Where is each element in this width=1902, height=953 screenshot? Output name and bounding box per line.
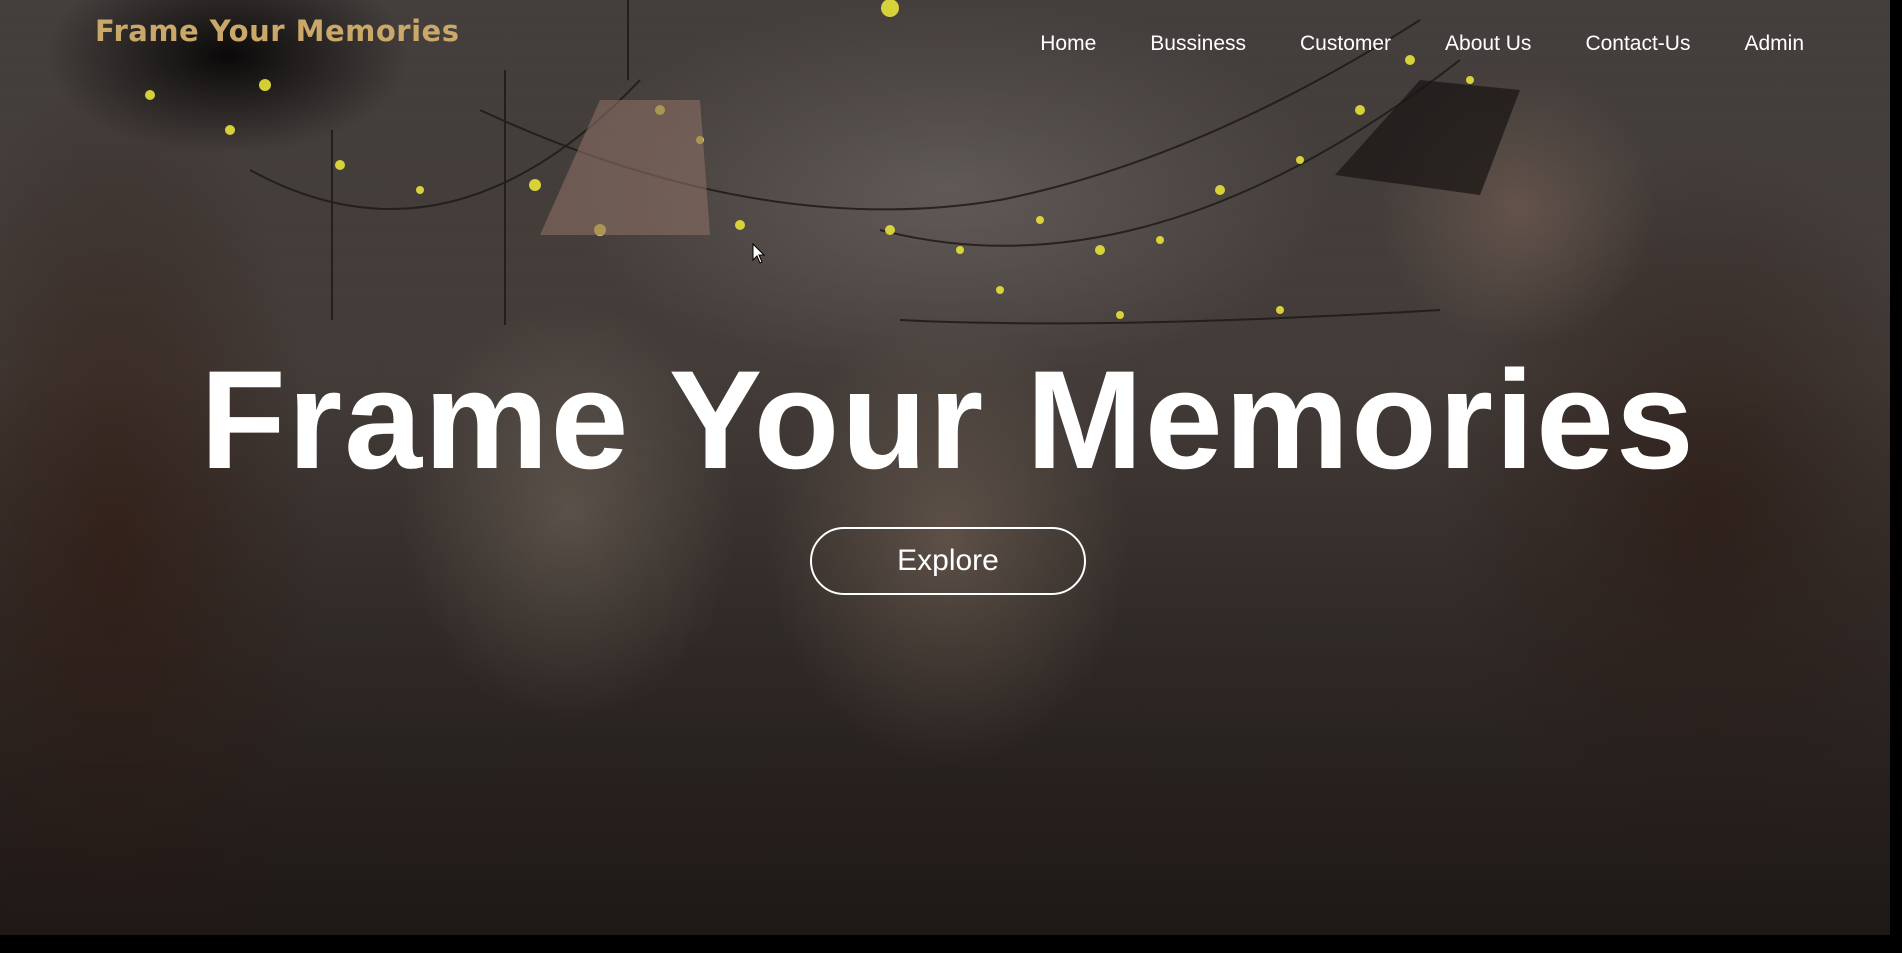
nav-item-customer: Customer — [1273, 32, 1418, 56]
nav-menu: Home Bussiness Customer About Us Contact… — [1013, 32, 1804, 56]
hero-section: Frame Your Memories Explore — [0, 345, 1896, 595]
top-navbar: Frame Your Memories Home Bussiness Custo… — [0, 0, 1896, 90]
nav-item-home: Home — [1013, 32, 1123, 56]
nav-item-about: About Us — [1418, 32, 1558, 56]
nav-link-business[interactable]: Bussiness — [1123, 32, 1273, 55]
explore-button[interactable]: Explore — [810, 527, 1086, 595]
nav-link-admin[interactable]: Admin — [1717, 32, 1804, 55]
brand-logo[interactable]: Frame Your Memories — [95, 14, 459, 48]
nav-link-customer[interactable]: Customer — [1273, 32, 1418, 55]
nav-link-about-us[interactable]: About Us — [1418, 32, 1558, 55]
hero-title: Frame Your Memories — [200, 341, 1696, 498]
nav-link-home[interactable]: Home — [1013, 32, 1123, 55]
nav-item-contact: Contact-Us — [1558, 32, 1717, 56]
page-viewport: Frame Your Memories Home Bussiness Custo… — [0, 0, 1896, 935]
nav-item-business: Bussiness — [1123, 32, 1273, 56]
nav-link-contact-us[interactable]: Contact-Us — [1558, 32, 1717, 55]
nav-item-admin: Admin — [1717, 32, 1804, 56]
bottom-edge-bar — [0, 935, 1902, 953]
mouse-pointer-icon — [752, 243, 766, 264]
